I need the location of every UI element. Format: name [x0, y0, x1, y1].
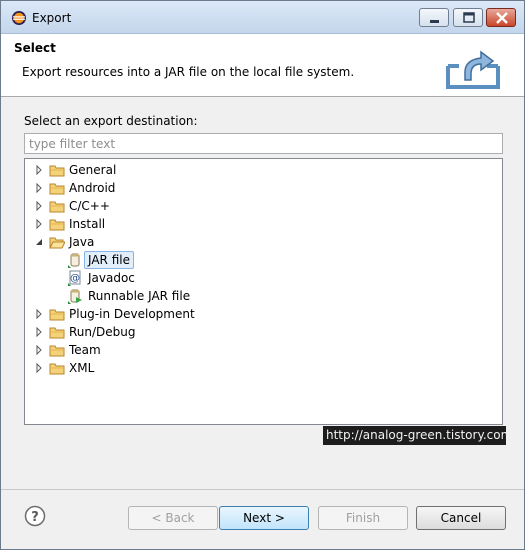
- folder-open-icon: [49, 237, 65, 249]
- finish-button[interactable]: Finish: [318, 506, 408, 530]
- tree-item-label: JAR file: [84, 251, 134, 269]
- export-dialog: Export Select Export resources into a JA…: [0, 0, 525, 550]
- tree-item-general[interactable]: General: [25, 161, 495, 179]
- tree-item-android[interactable]: Android: [25, 179, 495, 197]
- footer-divider: [1, 489, 524, 490]
- expand-arrow-icon[interactable]: [34, 345, 44, 355]
- expand-arrow-icon[interactable]: [34, 183, 44, 193]
- destination-label: Select an export destination:: [24, 114, 198, 128]
- collapse-arrow-icon[interactable]: [34, 237, 44, 247]
- tree-item-plugin-development[interactable]: Plug-in Development: [25, 305, 495, 323]
- destination-tree[interactable]: General Android C/C++ Install Java JAR f…: [24, 158, 503, 425]
- tree-item-label: Plug-in Development: [69, 307, 195, 321]
- page-description: Export resources into a JAR file on the …: [22, 65, 355, 79]
- back-button[interactable]: < Back: [128, 506, 218, 530]
- maximize-icon: [463, 12, 475, 23]
- expand-arrow-icon[interactable]: [34, 327, 44, 337]
- javadoc-icon: @: [68, 270, 81, 286]
- minimize-icon: [430, 20, 439, 23]
- tree-item-label: Javadoc: [88, 271, 135, 285]
- maximize-button[interactable]: [453, 8, 483, 27]
- tree-item-runnable-jar[interactable]: Runnable JAR file: [25, 287, 495, 305]
- tree-item-label: Java: [69, 235, 95, 249]
- tree-item-label: Install: [69, 217, 106, 231]
- tree-item-java[interactable]: Java: [25, 233, 495, 251]
- folder-icon: [49, 363, 65, 375]
- tree-item-jar-file[interactable]: JAR file: [25, 251, 495, 269]
- title-bar[interactable]: Export: [1, 1, 524, 34]
- folder-icon: [49, 183, 65, 195]
- folder-icon: [49, 165, 65, 177]
- tree-item-install[interactable]: Install: [25, 215, 495, 233]
- tree-item-javadoc[interactable]: @ Javadoc: [25, 269, 495, 287]
- export-icon: [446, 50, 500, 89]
- expand-arrow-icon[interactable]: [34, 201, 44, 211]
- window-title: Export: [32, 11, 72, 25]
- tree-item-team[interactable]: Team: [25, 341, 495, 359]
- jar-icon: [68, 253, 80, 268]
- folder-icon: [49, 345, 65, 357]
- cancel-button[interactable]: Cancel: [416, 506, 506, 530]
- folder-icon: [49, 219, 65, 231]
- expand-arrow-icon[interactable]: [34, 165, 44, 175]
- tree-item-xml[interactable]: XML: [25, 359, 495, 377]
- tree-item-label: C/C++: [69, 199, 110, 213]
- tree-item-label: Runnable JAR file: [88, 289, 191, 303]
- eclipse-icon: [12, 11, 26, 25]
- tree-item-label: General: [69, 163, 117, 177]
- tree-item-label: Team: [69, 343, 101, 357]
- expand-arrow-icon[interactable]: [34, 363, 44, 373]
- svg-text:?: ?: [31, 510, 39, 525]
- expand-arrow-icon[interactable]: [34, 309, 44, 319]
- wizard-header: Select Export resources into a JAR file …: [1, 34, 524, 97]
- folder-icon: [49, 201, 65, 213]
- help-icon[interactable]: ?: [24, 505, 46, 527]
- page-title: Select: [14, 41, 56, 55]
- minimize-button[interactable]: [419, 8, 449, 27]
- close-button[interactable]: [486, 8, 516, 27]
- tree-item-run-debug[interactable]: Run/Debug: [25, 323, 495, 341]
- svg-text:@: @: [70, 273, 80, 284]
- expand-arrow-icon[interactable]: [34, 219, 44, 229]
- folder-icon: [49, 309, 65, 321]
- runnable-jar-icon: [68, 289, 82, 304]
- tree-item-label: Android: [69, 181, 116, 195]
- tree-item-c-cpp[interactable]: C/C++: [25, 197, 495, 215]
- tree-item-label: XML: [69, 361, 95, 375]
- filter-input[interactable]: [24, 133, 503, 154]
- tree-item-label: Run/Debug: [69, 325, 136, 339]
- watermark-url: http://analog-green.tistory.com: [323, 426, 512, 445]
- close-icon: [496, 12, 508, 24]
- folder-icon: [49, 327, 65, 339]
- next-button[interactable]: Next >: [219, 506, 309, 530]
